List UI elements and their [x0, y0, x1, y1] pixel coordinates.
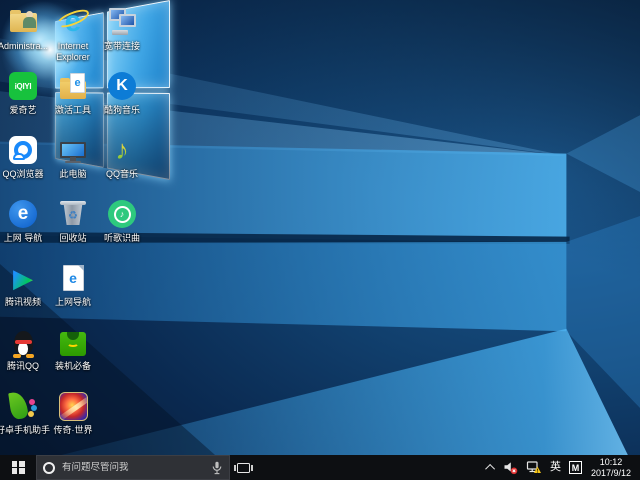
- windows-logo-icon: [12, 461, 25, 474]
- cortana-icon: [43, 462, 55, 474]
- ime-language-indicator[interactable]: 英: [546, 455, 565, 480]
- desktop-icon-iqiyi[interactable]: iQIYI 爱奇艺: [0, 70, 48, 116]
- microphone-icon[interactable]: [211, 461, 223, 475]
- taskbar: 英 M 10:12 2017/9/12: [0, 455, 640, 480]
- desktop-icon-qq-browser[interactable]: QQ浏览器: [0, 134, 48, 180]
- icon-label: QQ音乐: [92, 169, 152, 180]
- legend-world-icon: [57, 390, 89, 422]
- ime-mode-indicator[interactable]: M: [565, 455, 586, 480]
- song-recognition-icon: ♪: [106, 198, 138, 230]
- desktop-icon-recycle-bin[interactable]: ♻ 回收站: [48, 198, 98, 244]
- search-input[interactable]: [55, 462, 211, 473]
- task-view-icon: [237, 463, 250, 473]
- qq-music-icon: ♪: [106, 134, 138, 166]
- windows-desktop: Administra... e Internet Explorer 宽带连接 i…: [0, 0, 640, 480]
- desktop-icon-broadband-connection[interactable]: 宽带连接: [97, 6, 147, 52]
- task-view-button[interactable]: [230, 455, 256, 480]
- desktop-icon-this-pc[interactable]: 此电脑: [48, 134, 98, 180]
- activation-tool-icon: e: [57, 70, 89, 102]
- desktop-icon-kugou-music[interactable]: K 酷狗音乐: [97, 70, 147, 116]
- desktop-icon-tencent-qq[interactable]: 腾讯QQ: [0, 326, 48, 372]
- network-warning-icon[interactable]: [522, 455, 546, 480]
- icon-label: 听歌识曲: [92, 233, 152, 244]
- desktop-icon-internet-explorer[interactable]: e Internet Explorer: [48, 6, 98, 63]
- desktop-icon-essential-software[interactable]: 装机必备: [48, 326, 98, 372]
- icon-label: 上网导航: [43, 297, 103, 308]
- web-navigation-doc-icon: e: [57, 262, 89, 294]
- haozhuo-assistant-icon: [7, 390, 39, 422]
- desktop-icon-qq-music[interactable]: ♪ QQ音乐: [97, 134, 147, 180]
- volume-muted-icon[interactable]: [499, 455, 522, 480]
- tencent-video-icon: ▶: [7, 262, 39, 294]
- clock-time: 10:12: [586, 457, 636, 468]
- desktop-icon-activation-tool[interactable]: e 激活工具: [48, 70, 98, 116]
- cortana-search-box[interactable]: [36, 455, 230, 480]
- desktop-icon-haozhuo-assistant[interactable]: 好卓手机助手: [0, 390, 48, 436]
- desktop-icon-web-navigation-doc[interactable]: e 上网导航: [48, 262, 98, 308]
- iqiyi-icon: iQIYI: [7, 70, 39, 102]
- kugou-music-icon: K: [106, 70, 138, 102]
- desktop-icon-administrator[interactable]: Administra...: [0, 6, 48, 52]
- shopping-bag-icon: [57, 326, 89, 358]
- recycle-bin-icon: ♻: [57, 198, 89, 230]
- broadband-connection-icon: [106, 6, 138, 38]
- desktop-icon-tencent-video[interactable]: ▶ 腾讯视频: [0, 262, 48, 308]
- internet-explorer-icon: e: [57, 6, 89, 38]
- tray-chevron-up-icon[interactable]: [484, 455, 499, 480]
- web-navigation-icon: e: [7, 198, 39, 230]
- start-button[interactable]: [0, 455, 36, 480]
- taskbar-clock[interactable]: 10:12 2017/9/12: [586, 457, 640, 478]
- user-folder-icon: [7, 6, 39, 38]
- qq-browser-icon: [7, 134, 39, 166]
- desktop-icon-legend-world[interactable]: 传奇·世界: [48, 390, 98, 436]
- qq-penguin-icon: [7, 326, 39, 358]
- icon-label: 宽带连接: [92, 41, 152, 52]
- system-tray: 英 M 10:12 2017/9/12: [484, 455, 640, 480]
- icon-label: 酷狗音乐: [92, 105, 152, 116]
- clock-date: 2017/9/12: [586, 468, 636, 479]
- desktop-icon-web-navigation[interactable]: e 上网 导航: [0, 198, 48, 244]
- desktop-icon-song-recognition[interactable]: ♪ 听歌识曲: [97, 198, 147, 244]
- icon-label: 传奇·世界: [43, 425, 103, 436]
- this-pc-icon: [57, 134, 89, 166]
- icon-label: 装机必备: [43, 361, 103, 372]
